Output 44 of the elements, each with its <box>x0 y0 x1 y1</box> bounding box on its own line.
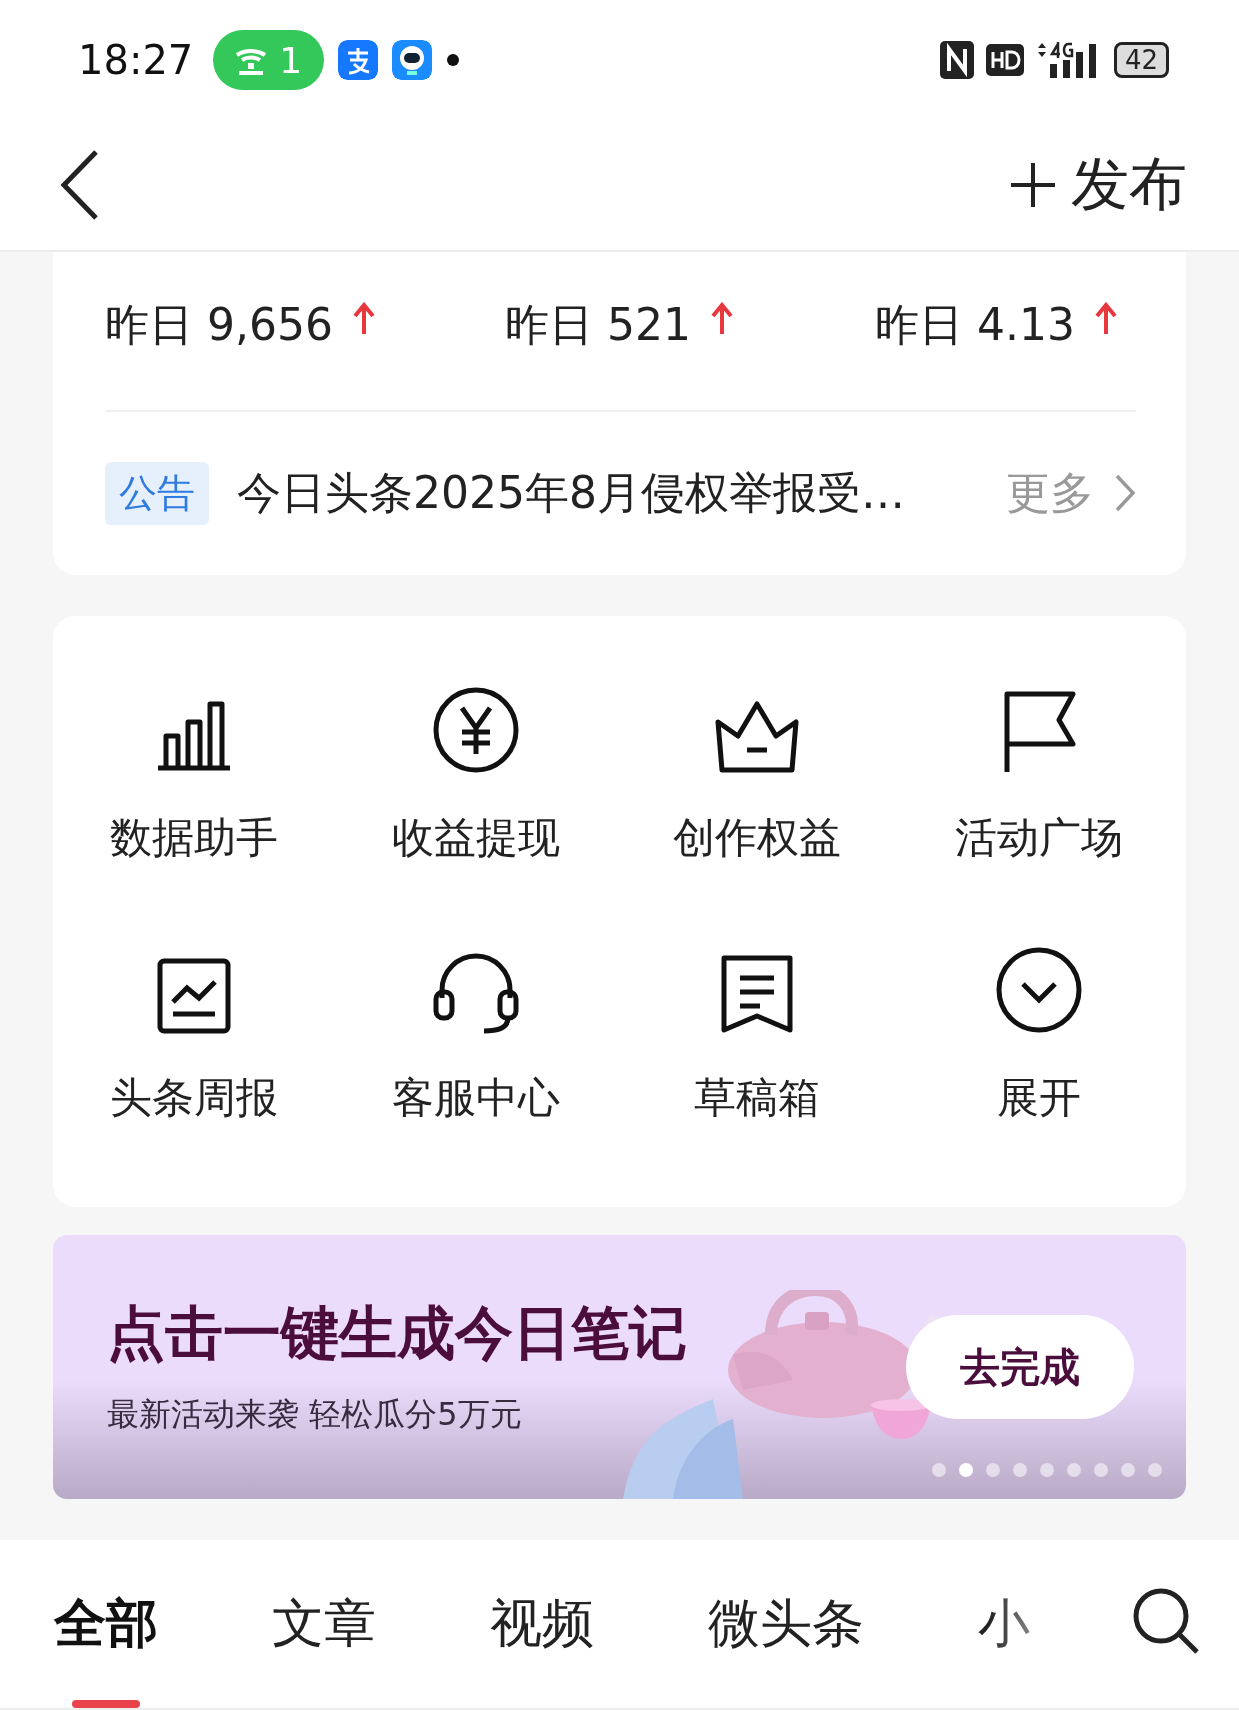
category-tab[interactable]: 微头条 <box>708 1540 864 1708</box>
nfc-icon <box>939 41 974 79</box>
tool-item[interactable]: 创作权益 <box>616 682 899 898</box>
carousel-dot[interactable] <box>1148 1463 1162 1477</box>
notification-dot-icon <box>446 53 461 67</box>
category-tab[interactable]: 全部 <box>54 1540 158 1708</box>
notice-text[interactable]: 今日头条2025年8月侵权举报受… <box>237 463 1006 523</box>
tool-item[interactable]: 展开 <box>898 941 1180 1157</box>
category-tab[interactable]: 文章 <box>272 1540 376 1708</box>
tool-item[interactable]: 活动广场 <box>898 682 1180 898</box>
tool-item[interactable]: 客服中心 <box>334 941 617 1157</box>
tool-item[interactable]: 头条周报 <box>53 941 335 1157</box>
tool-item[interactable]: 数据助手 <box>53 682 335 898</box>
hd-icon <box>985 44 1024 76</box>
yesterday-stat: 昨日 521 <box>505 298 691 352</box>
up-arrow-icon <box>1094 301 1117 336</box>
banner-title: 点击一键生成今日笔记 <box>107 1298 687 1369</box>
carousel-dot[interactable] <box>1094 1463 1108 1477</box>
carousel-dot[interactable] <box>1013 1463 1027 1477</box>
carousel-dot[interactable] <box>1121 1463 1135 1477</box>
battery-indicator: 42 <box>1113 42 1169 78</box>
category-tab[interactable]: 视频 <box>490 1540 594 1708</box>
app-icon <box>338 40 379 80</box>
carousel-dot[interactable] <box>986 1463 1000 1477</box>
plus-icon <box>1009 161 1057 209</box>
yesterday-stat: 昨日 9,656 <box>105 298 333 352</box>
banner-subtitle: 最新活动来袭 轻松瓜分5万元 <box>107 1394 523 1435</box>
up-arrow-icon <box>352 301 375 336</box>
complete-button[interactable]: 去完成 <box>906 1315 1134 1419</box>
publish-button[interactable]: 发布 <box>1009 146 1187 224</box>
up-arrow-icon <box>710 301 733 336</box>
robot-app-icon <box>392 40 433 80</box>
hotspot-indicator: 1 <box>213 30 325 90</box>
tool-item[interactable]: 收益提现 <box>334 682 617 898</box>
carousel-dot[interactable] <box>959 1463 973 1477</box>
chevron-right-icon <box>1114 473 1136 513</box>
yesterday-stat: 昨日 4.13 <box>875 298 1075 352</box>
clock-time: 18:27 <box>78 37 194 83</box>
category-tab[interactable]: 小 <box>978 1540 1030 1708</box>
notice-tag: 公告 <box>105 461 209 525</box>
carousel-dot[interactable] <box>1067 1463 1081 1477</box>
tool-item[interactable]: 草稿箱 <box>616 941 899 1157</box>
carousel-dot[interactable] <box>1040 1463 1054 1477</box>
carousel-dot[interactable] <box>932 1463 946 1477</box>
